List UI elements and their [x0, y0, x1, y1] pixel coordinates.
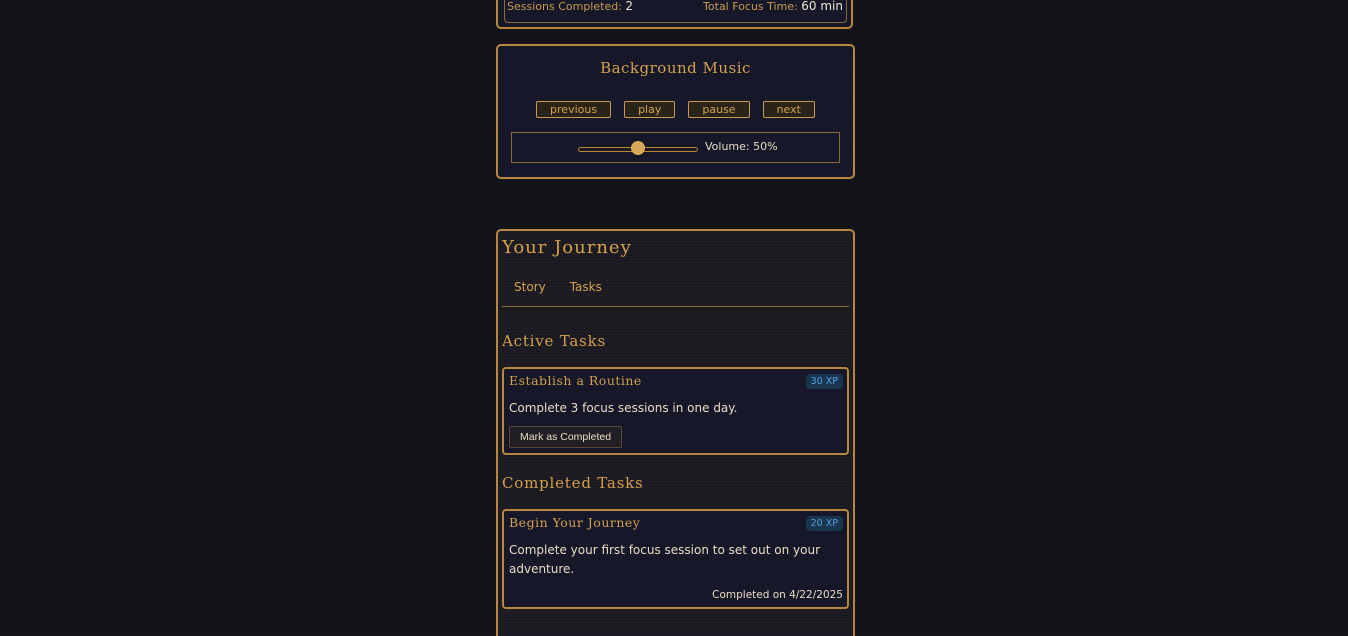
completed-date: Completed on 4/22/2025 [712, 589, 843, 601]
mark-as-completed-button[interactable]: Mark as Completed [509, 426, 623, 448]
stats-row: Sessions Completed: 2 Total Focus Time: … [507, 0, 843, 13]
completed-tasks-heading: Completed Tasks [502, 474, 644, 492]
sessions-completed-value: 2 [625, 0, 634, 13]
tab-story[interactable]: Story [502, 279, 558, 306]
xp-badge: 20 XP [805, 516, 843, 531]
completed-task-card: Begin Your Journey 20 XP Complete your f… [502, 509, 849, 609]
background-music-title: Background Music [600, 59, 751, 77]
task-description: Complete 3 focus sessions in one day. [509, 401, 738, 415]
active-task-card: Establish a Routine 30 XP Complete 3 foc… [502, 367, 849, 455]
journey-title: Your Journey [502, 237, 632, 258]
volume-slider-thumb[interactable] [631, 141, 645, 155]
music-controls: previous play pause next [498, 101, 853, 118]
pause-button[interactable]: pause [688, 101, 750, 118]
background-music-panel: Background Music previous play pause nex… [496, 44, 855, 179]
volume-label: Volume: 50% [705, 140, 778, 153]
active-tasks-heading: Active Tasks [502, 332, 607, 350]
sessions-completed-label: Sessions Completed: [507, 0, 622, 13]
total-focus-time-stat: Total Focus Time: 60 min [703, 0, 843, 13]
total-focus-time-value: 60 min [801, 0, 843, 13]
task-description: Complete your first focus session to set… [509, 543, 821, 576]
stats-panel: Sessions Completed: 2 Total Focus Time: … [496, 0, 853, 29]
task-title: Begin Your Journey [509, 515, 641, 530]
previous-button[interactable]: previous [536, 101, 612, 118]
play-button[interactable]: play [624, 101, 676, 118]
journey-tabs: Story Tasks [502, 279, 849, 307]
xp-badge: 30 XP [805, 374, 843, 389]
journey-panel: Your Journey Story Tasks Active Tasks Es… [496, 229, 855, 636]
next-button[interactable]: next [762, 101, 815, 118]
sessions-completed-stat: Sessions Completed: 2 [507, 0, 633, 13]
tab-tasks[interactable]: Tasks [558, 279, 614, 306]
task-title: Establish a Routine [509, 373, 642, 388]
total-focus-time-label: Total Focus Time: [703, 0, 798, 13]
volume-control: Volume: 50% [511, 132, 840, 163]
